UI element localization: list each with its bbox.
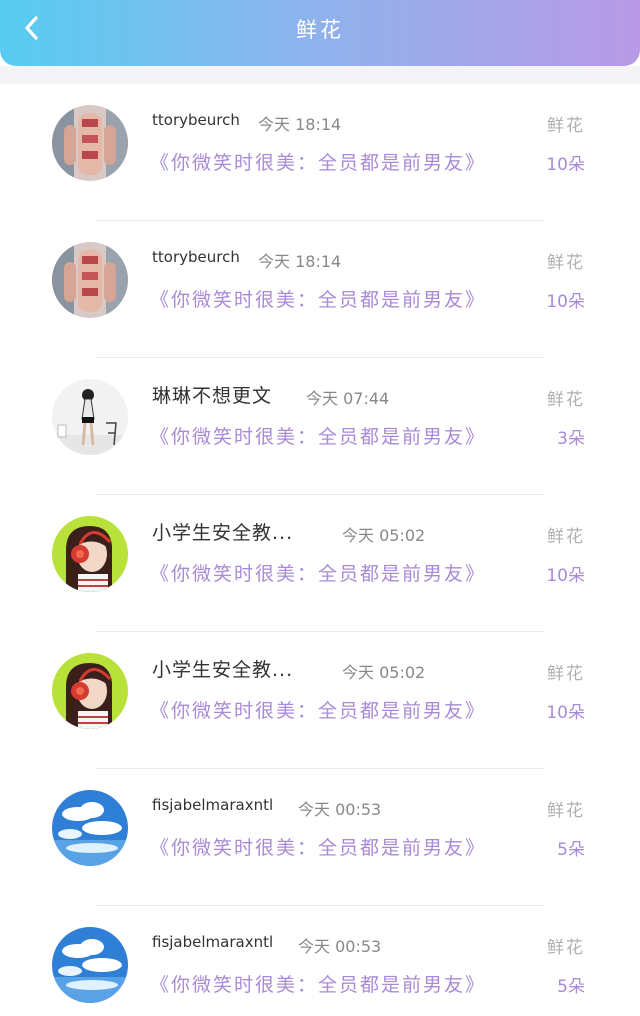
gift-count: 3朵 [557, 429, 585, 449]
hands-photo-image [52, 242, 128, 318]
gift-count: 10朵 [546, 155, 585, 175]
timestamp: 今天 18:14 [258, 252, 342, 271]
avatar[interactable] [52, 927, 128, 1003]
avatar[interactable] [52, 105, 128, 181]
avatar[interactable] [52, 379, 128, 455]
timestamp: 今天 05:02 [342, 526, 426, 545]
work-title-link[interactable]: 《你微笑时很美：全员都是前男友》 [150, 696, 486, 723]
headphone-girl-image [52, 516, 128, 592]
avatar[interactable] [52, 790, 128, 866]
gift-label: 鲜花 [547, 116, 585, 136]
gift-label: 鲜花 [547, 664, 585, 684]
gift-label: 鲜花 [547, 527, 585, 547]
gift-count: 5朵 [557, 840, 585, 860]
divider [0, 66, 640, 84]
timestamp: 今天 05:02 [342, 663, 426, 682]
blue-sky-image [52, 927, 128, 1003]
gift-label: 鲜花 [547, 390, 585, 410]
timestamp: 今天 00:53 [298, 937, 382, 956]
avatar[interactable] [52, 516, 128, 592]
timestamp: 今天 07:44 [306, 389, 390, 408]
page-title: 鲜花 [296, 18, 344, 42]
list-item[interactable]: 小学生安全教... 今天 05:02 鲜花 《你微笑时很美：全员都是前男友》 1… [0, 632, 640, 769]
work-title-link[interactable]: 《你微笑时很美：全员都是前男友》 [150, 148, 486, 175]
work-title-link[interactable]: 《你微笑时很美：全员都是前男友》 [150, 970, 486, 997]
gift-label: 鲜花 [547, 253, 585, 273]
gift-label: 鲜花 [547, 801, 585, 821]
username[interactable]: 小学生安全教... [152, 655, 293, 682]
username[interactable]: 小学生安全教... [152, 518, 293, 545]
gift-count: 10朵 [546, 703, 585, 723]
avatar[interactable] [52, 653, 128, 729]
timestamp: 今天 18:14 [258, 115, 342, 134]
timestamp: 今天 00:53 [298, 800, 382, 819]
headphone-girl-image [52, 653, 128, 729]
username[interactable]: 琳琳不想更文 [152, 381, 272, 408]
gift-label: 鲜花 [547, 938, 585, 958]
gift-count: 10朵 [546, 566, 585, 586]
hands-photo-image [52, 105, 128, 181]
list-item[interactable]: ttorybeurch 今天 18:14 鲜花 《你微笑时很美：全员都是前男友》… [0, 221, 640, 358]
username[interactable]: ttorybeurch [152, 248, 240, 266]
girl-figure-image [52, 379, 128, 455]
username[interactable]: fisjabelmaraxntl [152, 933, 273, 951]
work-title-link[interactable]: 《你微笑时很美：全员都是前男友》 [150, 422, 486, 449]
gift-count: 5朵 [557, 977, 585, 997]
work-title-link[interactable]: 《你微笑时很美：全员都是前男友》 [150, 833, 486, 860]
gift-count: 10朵 [546, 292, 585, 312]
work-title-link[interactable]: 《你微笑时很美：全员都是前男友》 [150, 285, 486, 312]
list-item[interactable]: 小学生安全教... 今天 05:02 鲜花 《你微笑时很美：全员都是前男友》 1… [0, 495, 640, 632]
top-bar: 鲜花 [0, 0, 640, 66]
avatar[interactable] [52, 242, 128, 318]
list-item[interactable]: 琳琳不想更文 今天 07:44 鲜花 《你微笑时很美：全员都是前男友》 3朵 [0, 358, 640, 495]
list-item[interactable]: ttorybeurch 今天 18:14 鲜花 《你微笑时很美：全员都是前男友》… [0, 84, 640, 221]
work-title-link[interactable]: 《你微笑时很美：全员都是前男友》 [150, 559, 486, 586]
list-item[interactable]: fisjabelmaraxntl 今天 00:53 鲜花 《你微笑时很美：全员都… [0, 906, 640, 1016]
username[interactable]: ttorybeurch [152, 111, 240, 129]
blue-sky-image [52, 790, 128, 866]
flower-record-list: ttorybeurch 今天 18:14 鲜花 《你微笑时很美：全员都是前男友》… [0, 84, 640, 1016]
username[interactable]: fisjabelmaraxntl [152, 796, 273, 814]
list-item[interactable]: fisjabelmaraxntl 今天 00:53 鲜花 《你微笑时很美：全员都… [0, 769, 640, 906]
